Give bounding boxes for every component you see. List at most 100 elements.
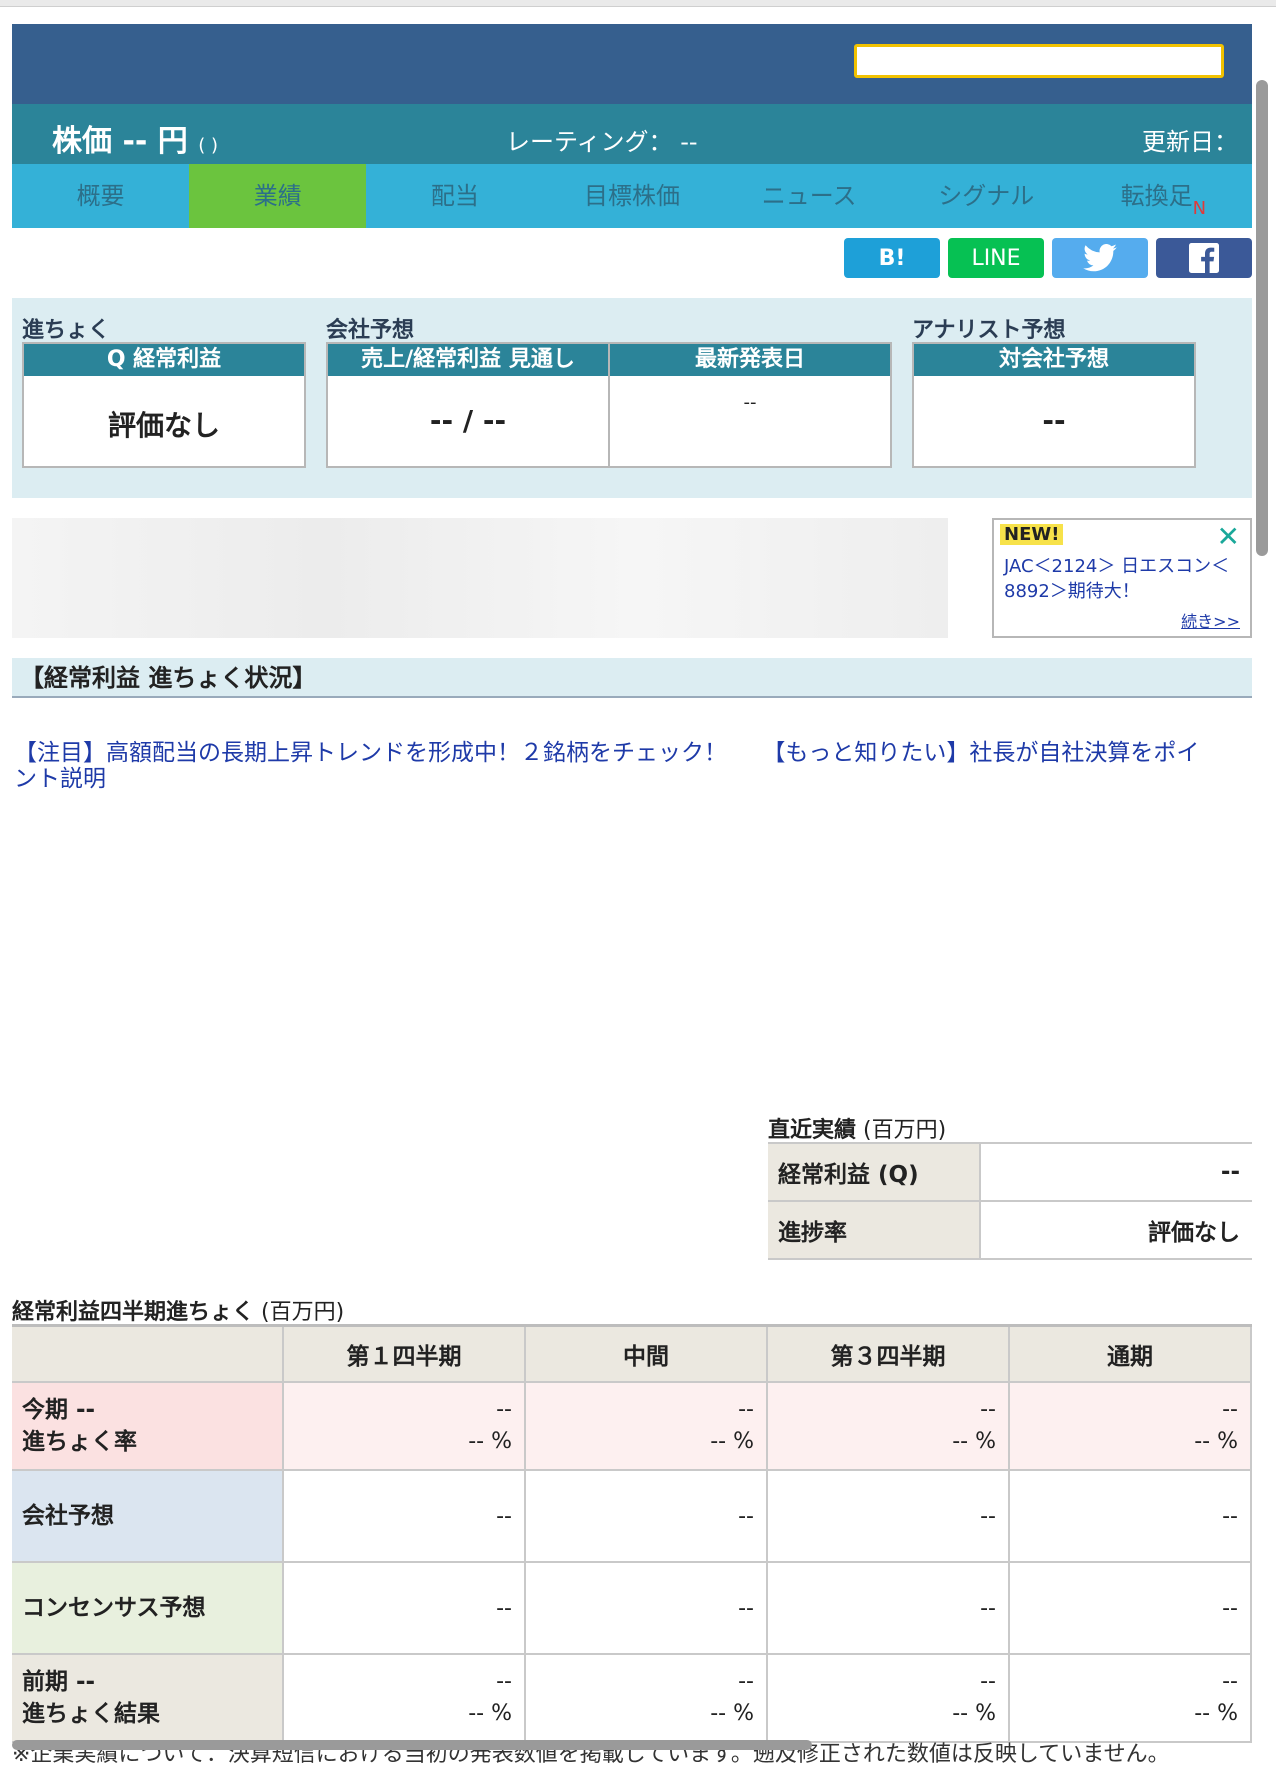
row-label: 経常利益 (Q) (768, 1142, 981, 1202)
cell-percent: -- % (1194, 1429, 1238, 1454)
tab-signal[interactable]: シグナル (898, 164, 1075, 228)
tab-news[interactable]: ニュース (721, 164, 898, 228)
table-cell: -- (282, 1561, 526, 1655)
table-cell: -- -- % (524, 1381, 768, 1471)
row-header: 会社予想 (12, 1469, 284, 1563)
quarterly-progress-table: 第１四半期 中間 第３四半期 通期 今期 -- 進ちょく率 -- -- % -- --… (12, 1324, 1252, 1743)
cell-percent: -- % (710, 1701, 754, 1726)
tab-label: 業績 (253, 182, 302, 210)
tab-label: 配当 (430, 182, 479, 210)
cell-percent: -- % (468, 1429, 512, 1454)
outlook-value: -- / -- (429, 404, 507, 437)
line-share-button[interactable]: LINE (948, 238, 1044, 278)
outlook-header: 売上/経常利益 見通し (328, 344, 608, 376)
table-cell: -- -- % (282, 1381, 526, 1471)
column-header: 第３四半期 (766, 1324, 1010, 1383)
latest-value: -- (743, 392, 757, 413)
table-cell: -- (524, 1561, 768, 1655)
progress-value: 評価なし (107, 409, 220, 442)
search-input[interactable] (854, 44, 1224, 78)
company-forecast-label: 会社予想 (326, 318, 415, 343)
vs-company-value: -- (1042, 404, 1066, 437)
price-text: 株価 -- 円 (52, 124, 188, 159)
vertical-scrollbar[interactable] (1256, 80, 1268, 556)
latest-header: 最新発表日 (610, 344, 890, 376)
new-badge: NEW! (1000, 524, 1064, 545)
table-row: コンセンサス予想 -- -- -- -- (12, 1561, 1252, 1655)
progress-box: Q 経常利益 評価なし (22, 342, 306, 468)
cell-value: -- (496, 1397, 512, 1422)
table-cell: -- -- % (766, 1653, 1010, 1743)
cell-value: -- (980, 1397, 996, 1422)
promo-links: 【注目】高額配当の長期上昇トレンドを形成中！２銘柄をチェック！ 【もっと知りたい… (14, 740, 1204, 792)
column-header: 中間 (524, 1324, 768, 1383)
table-cell: -- (524, 1469, 768, 1563)
row-value: 評価なし (980, 1200, 1252, 1260)
horizontal-scrollbar[interactable] (12, 1740, 812, 1750)
cell-value: -- (1222, 1397, 1238, 1422)
cell-value: -- (1222, 1669, 1238, 1694)
twitter-share-button[interactable] (1052, 238, 1148, 278)
progress-label: 進ちょく (22, 318, 111, 343)
row-value: -- (980, 1142, 1252, 1202)
cell-value: -- (496, 1669, 512, 1694)
table-row: 進捗率 評価なし (768, 1200, 1252, 1260)
hatena-share-button[interactable]: B! (844, 238, 940, 278)
cell-value: -- (738, 1669, 754, 1694)
row-sublabel: 進ちょく結果 (22, 1701, 160, 1727)
table-cell: -- -- % (766, 1381, 1010, 1471)
analyst-forecast-label: アナリスト予想 (912, 318, 1066, 343)
promo-link[interactable]: 【注目】高額配当の長期上昇トレンドを形成中！２銘柄をチェック！ (14, 740, 727, 766)
tab-performance[interactable]: 業績 (189, 164, 367, 228)
twitter-icon (1083, 244, 1117, 272)
price-bar: 株価 -- 円 ( ) レーティング： -- 更新日： (12, 104, 1252, 164)
latest-announcement-box: 最新発表日 -- (608, 342, 892, 468)
vs-company-header: 対会社予想 (914, 344, 1194, 376)
cell-percent: -- % (952, 1701, 996, 1726)
close-icon[interactable]: ✕ (1217, 520, 1240, 553)
table-cell: -- (1008, 1561, 1252, 1655)
row-sublabel: 進ちょく率 (22, 1429, 137, 1455)
browser-top-bar (0, 0, 1276, 7)
more-link[interactable]: 続き>> (1181, 608, 1240, 632)
tab-label: 概要 (76, 182, 125, 210)
recent-results-table: 経常利益 (Q) -- 進捗率 評価なし (768, 1142, 1252, 1260)
cell-percent: -- % (1194, 1701, 1238, 1726)
table-row: 前期 -- 進ちょく結果 -- -- % -- -- % -- -- % -- -- % (12, 1653, 1252, 1743)
row-header: 前期 -- 進ちょく結果 (12, 1653, 284, 1743)
new-badge: N (1192, 198, 1207, 219)
tab-label: 目標株価 (583, 182, 680, 210)
section-title: 【経常利益 進ちょく状況】 (12, 658, 1252, 698)
ad-banner[interactable] (12, 518, 948, 638)
rating: レーティング： -- (506, 128, 698, 156)
facebook-icon (1189, 243, 1219, 273)
recent-unit: (百万円) (863, 1118, 947, 1143)
column-header: 通期 (1008, 1324, 1252, 1383)
table-cell: -- (766, 1561, 1010, 1655)
row-header: 今期 -- 進ちょく率 (12, 1381, 284, 1471)
row-label: 進捗率 (768, 1200, 981, 1260)
recent-results-title: 直近実績 (百万円) (768, 1112, 946, 1144)
tab-dividend[interactable]: 配当 (366, 164, 543, 228)
table-cell: -- -- % (524, 1653, 768, 1743)
vs-company-box: 対会社予想 -- (912, 342, 1196, 468)
table-cell: -- -- % (1008, 1653, 1252, 1743)
news-text[interactable]: JAC＜2124＞ 日エスコン＜8892＞期待大！ (1004, 554, 1242, 604)
progress-header: Q 経常利益 (24, 344, 304, 376)
tab-label: ニュース (761, 182, 857, 210)
tab-overview[interactable]: 概要 (12, 164, 189, 228)
news-ticker-box[interactable]: NEW! ✕ JAC＜2124＞ 日エスコン＜8892＞期待大！ 続き>> (992, 518, 1252, 638)
table-cell: -- (766, 1469, 1010, 1563)
tab-target-price[interactable]: 目標株価 (543, 164, 720, 228)
table-cell: -- -- % (282, 1653, 526, 1743)
recent-title-text: 直近実績 (768, 1118, 857, 1143)
tab-label: シグナル (938, 182, 1035, 210)
facebook-share-button[interactable] (1156, 238, 1252, 278)
column-header: 第１四半期 (282, 1324, 526, 1383)
row-label: 前期 -- (22, 1669, 96, 1695)
cell-percent: -- % (468, 1701, 512, 1726)
tab-reversal[interactable]: 転換足N (1075, 164, 1252, 228)
table-cell: -- (282, 1469, 526, 1563)
table-row: 会社予想 -- -- -- -- (12, 1469, 1252, 1563)
table-cell: -- -- % (1008, 1381, 1252, 1471)
